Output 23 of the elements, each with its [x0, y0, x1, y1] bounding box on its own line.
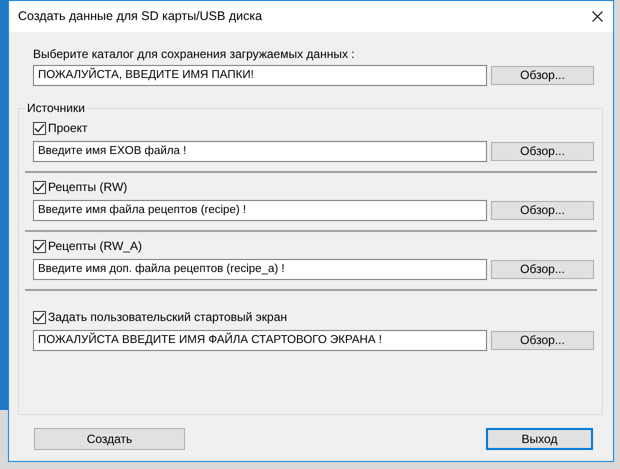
close-icon[interactable] [592, 11, 603, 22]
checkbox-label: Задать пользовательский стартовый экран [48, 309, 288, 326]
file-field[interactable]: Введите имя файла рецептов (recipe) ! [33, 200, 487, 221]
browse-button[interactable]: Обзор... [491, 142, 594, 161]
browse-button[interactable]: Обзор... [491, 260, 594, 279]
browse-button[interactable]: Обзор... [491, 201, 594, 220]
window-title: Создать данные для SD карты/USB диска [18, 8, 262, 26]
checkbox-label: Рецепты (RW_A) [48, 238, 142, 255]
checkbox[interactable] [33, 180, 46, 194]
file-field[interactable]: ПОЖАЛУЙСТА ВВЕДИТЕ ИМЯ ФАЙЛА СТАРТОВОГО ЭКРАНА ! [33, 330, 487, 351]
checkbox[interactable] [33, 240, 46, 252]
folder-field[interactable]: ПОЖАЛУЙСТА, ВВЕДИТЕ ИМЯ ПАПКИ! [33, 65, 487, 86]
browse-button[interactable]: Обзор... [491, 66, 594, 85]
browse-button[interactable]: Обзор... [491, 331, 594, 350]
checkbox-label: Проект [48, 120, 88, 137]
file-field[interactable]: Введите имя доп. файла рецептов (recipe_a) ! [33, 259, 487, 280]
checkbox-label: Рецепты (RW) [48, 179, 128, 196]
field-label: Выберите каталог для сохранения загружаемых данных : [33, 46, 356, 62]
create-button[interactable]: Создать [34, 428, 185, 450]
checkbox[interactable] [33, 122, 46, 134]
exit-button[interactable]: Выход [486, 428, 593, 450]
file-field[interactable]: Введите имя EXOB файла ! [33, 141, 487, 162]
checkbox[interactable] [33, 310, 46, 324]
